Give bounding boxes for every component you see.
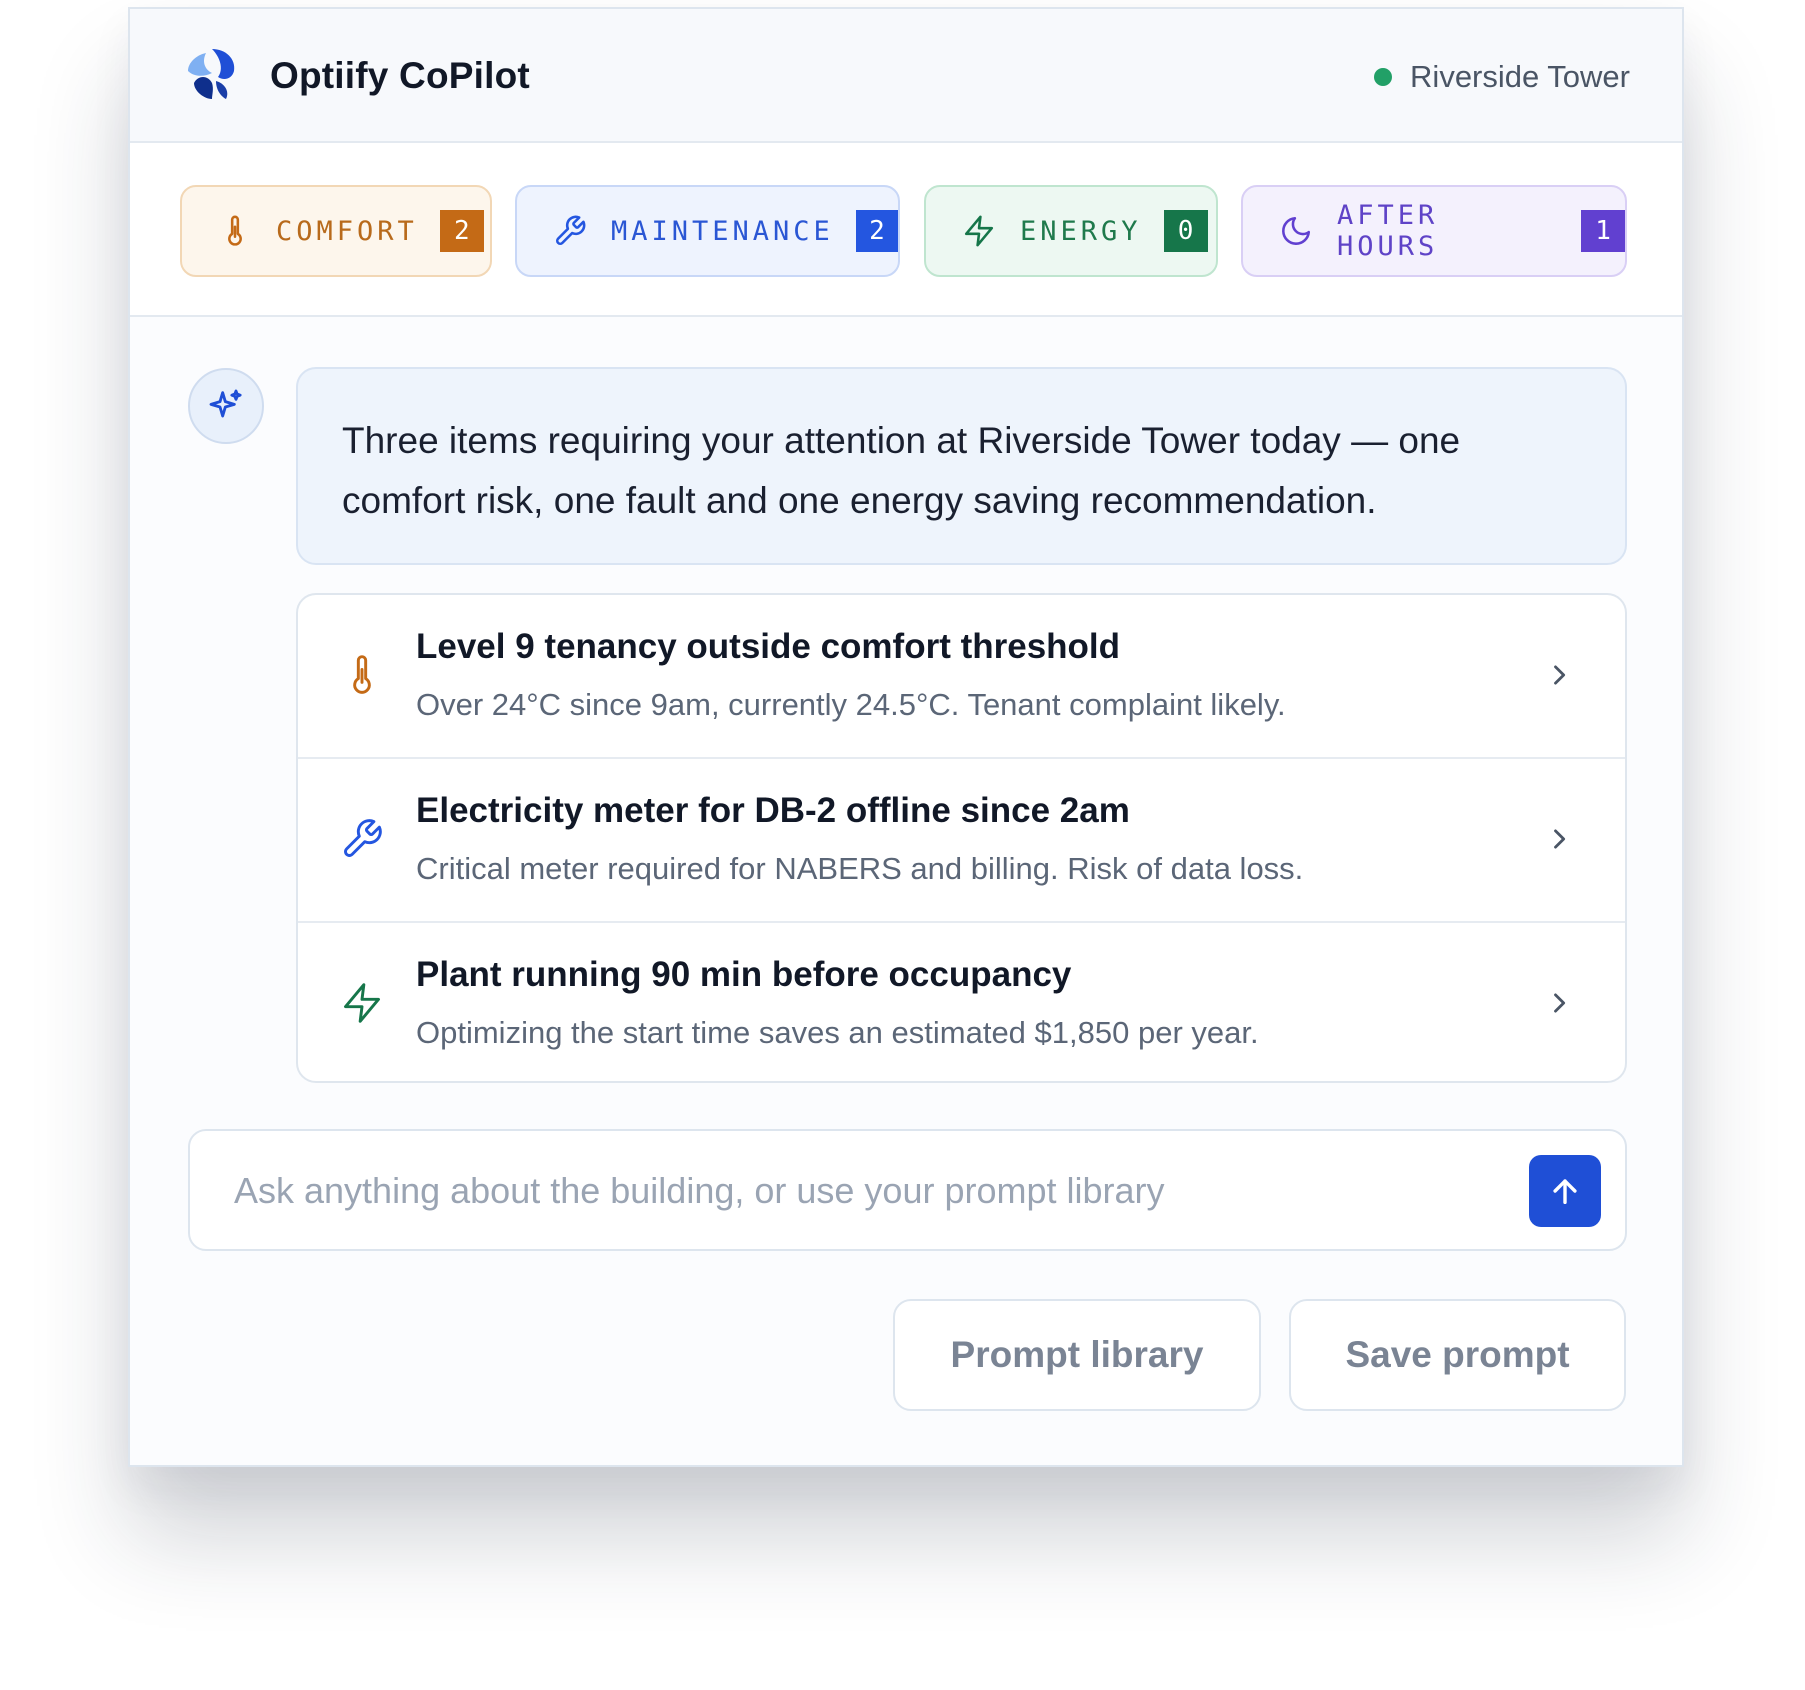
filter-maintenance-count: 2 [855,210,898,252]
filter-after-hours-label: AFTER HOURS [1337,200,1439,262]
filter-after-hours-count: 1 [1581,210,1625,252]
item-title: Level 9 tenancy outside comfort threshol… [416,627,1121,666]
copilot-panel: Optiify CoPilot Riverside Tower COMFORT … [128,7,1684,1467]
prompt-composer [188,1129,1627,1251]
filter-energy[interactable]: ENERGY 0 [924,185,1218,277]
thermometer-icon [228,215,242,246]
attention-items-list: Level 9 tenancy outside comfort threshol… [296,593,1627,1083]
prompt-library-button[interactable]: Prompt library [893,1299,1261,1411]
item-title: Electricity meter for DB-2 offline since… [416,791,1130,830]
save-prompt-button[interactable]: Save prompt [1289,1299,1626,1411]
sparkle-icon [209,389,242,418]
arrow-up-icon [1553,1179,1577,1205]
app-title: Optiify CoPilot [270,55,530,96]
online-status-dot [1374,68,1393,86]
chevron-right-icon [1554,993,1566,1013]
chevron-right-icon [1554,665,1566,685]
filter-comfort[interactable]: COMFORT 2 [180,185,492,277]
filter-energy-label: ENERGY [1020,215,1142,247]
assistant-avatar [188,368,264,444]
moon-icon [1282,216,1311,245]
item-title: Plant running 90 min before occupancy [416,955,1072,994]
building-name: Riverside Tower [1410,59,1630,94]
lightning-icon [964,215,994,247]
item-description: Optimizing the start time saves an estim… [416,1015,1259,1050]
chevron-right-icon [1554,829,1566,849]
filter-comfort-label: COMFORT [276,215,418,247]
lightning-icon [344,983,380,1023]
list-item[interactable]: Plant running 90 min before occupancy Op… [298,923,1625,1081]
wrench-icon [556,215,586,245]
filter-maintenance-label: MAINTENANCE [611,215,834,247]
filter-energy-count: 0 [1163,210,1208,252]
item-description: Over 24°C since 9am, currently 24.5°C. T… [416,687,1286,722]
list-item[interactable]: Electricity meter for DB-2 offline since… [298,759,1625,923]
thermometer-icon [353,655,371,694]
list-item[interactable]: Level 9 tenancy outside comfort threshol… [298,595,1625,759]
item-description: Critical meter required for NABERS and b… [416,851,1304,886]
filter-after-hours[interactable]: AFTER HOURS 1 [1241,185,1627,277]
optiify-logo [188,49,235,99]
prompt-input[interactable] [232,1159,1436,1223]
send-button[interactable] [1529,1155,1601,1227]
filter-comfort-count: 2 [439,210,484,252]
filter-bar: COMFORT 2 MAINTENANCE 2 ENERGY 0 AFTER H… [130,143,1682,317]
assistant-message: Three items requiring your attention at … [296,367,1627,565]
building-status: Riverside Tower [1374,59,1630,95]
header: Optiify CoPilot Riverside Tower [130,9,1682,143]
filter-maintenance[interactable]: MAINTENANCE 2 [515,185,900,277]
wrench-icon [344,819,382,857]
